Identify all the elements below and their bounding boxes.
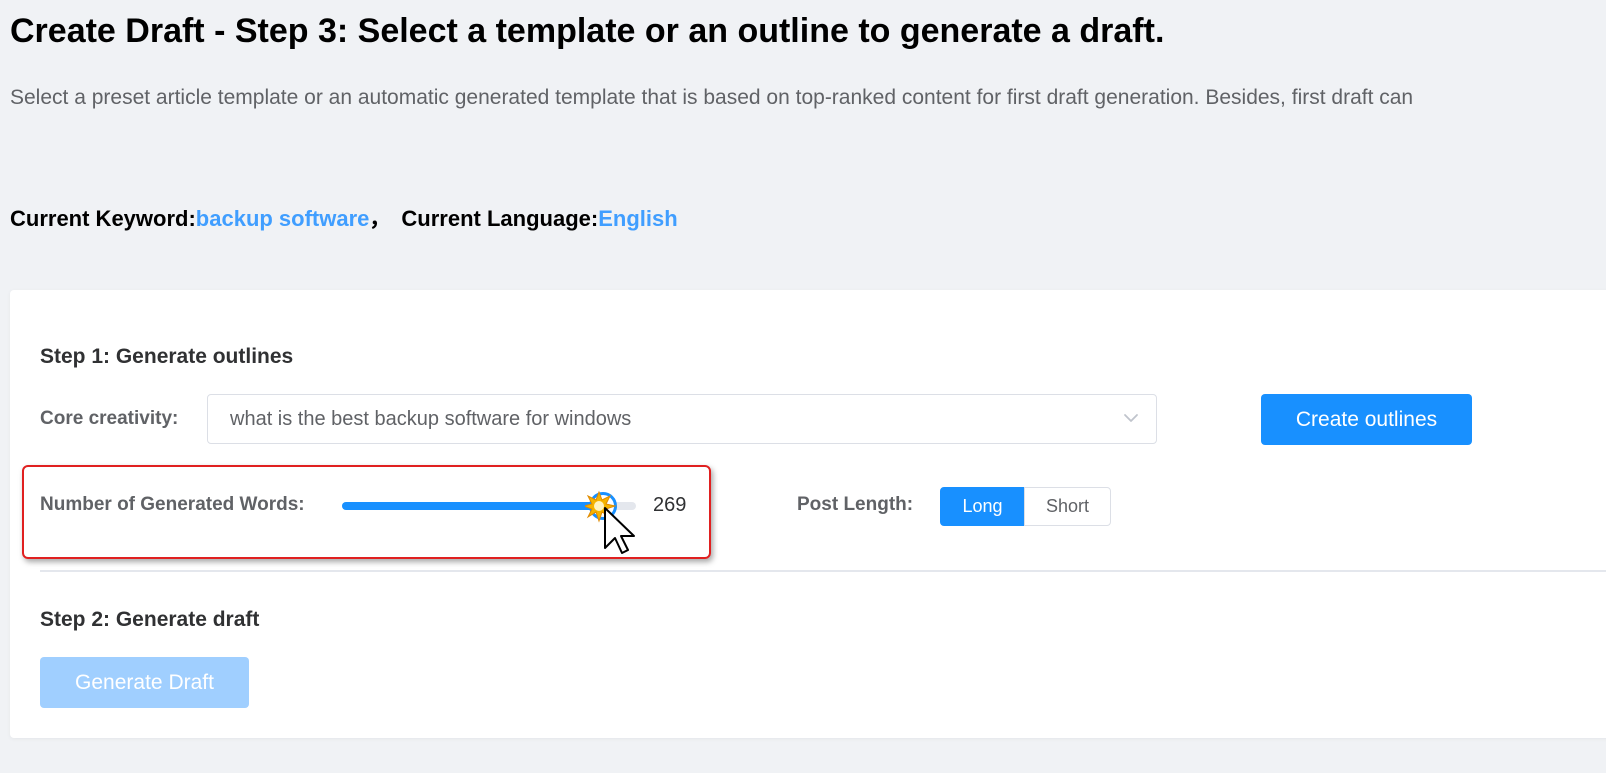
draft-card: Step 1: Generate outlines Core creativit… xyxy=(10,290,1606,738)
language-label: Current Language: xyxy=(401,206,599,231)
words-label: Number of Generated Words: xyxy=(40,494,305,515)
page-title: Create Draft - Step 3: Select a template… xyxy=(10,12,1165,50)
mouse-cursor-icon xyxy=(585,490,635,554)
section-divider xyxy=(40,570,1606,572)
step2-title: Step 2: Generate draft xyxy=(40,608,260,631)
generate-draft-button[interactable]: Generate Draft xyxy=(40,657,249,708)
slider-fill xyxy=(342,502,607,510)
keyword-info: Current Keyword:backup software， Current … xyxy=(10,201,678,233)
page-description: Select a preset article template or an a… xyxy=(10,86,1414,109)
chevron-down-icon xyxy=(1124,414,1138,422)
core-creativity-label: Core creativity: xyxy=(40,408,179,429)
keyword-value: backup software xyxy=(195,206,370,231)
core-creativity-value: what is the best backup software for win… xyxy=(230,408,632,430)
keyword-label: Current Keyword: xyxy=(10,206,196,231)
core-creativity-select[interactable]: what is the best backup software for win… xyxy=(207,394,1157,444)
language-value: English xyxy=(598,206,678,231)
post-length-short-option[interactable]: Short xyxy=(1024,487,1111,526)
separator: ， xyxy=(369,206,392,231)
words-value: 269 xyxy=(653,494,687,516)
post-length-label: Post Length: xyxy=(797,494,914,515)
post-length-long-option[interactable]: Long xyxy=(940,487,1025,526)
create-outlines-button[interactable]: Create outlines xyxy=(1261,394,1472,445)
step1-title: Step 1: Generate outlines xyxy=(40,345,294,368)
